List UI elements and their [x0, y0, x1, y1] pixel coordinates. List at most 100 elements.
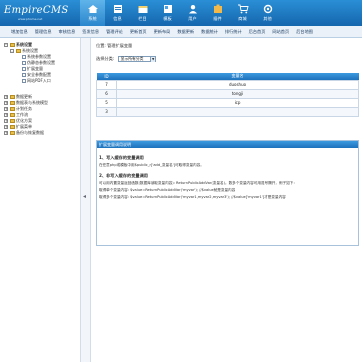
top-nav-item-5[interactable]: 插件: [205, 0, 230, 26]
top-nav-item-1[interactable]: 信息: [105, 0, 130, 26]
info-icon: [112, 4, 124, 16]
top-nav-label: 栏目: [138, 16, 147, 21]
column-header-name: 变量名: [116, 73, 359, 80]
quick-nav-link-4[interactable]: 管理评论: [106, 29, 123, 35]
chevron-down-icon[interactable]: ▼: [150, 57, 156, 62]
page-icon: [22, 54, 26, 60]
header-bar: EmpireCMS www.phome.net 系统 信息 栏目 模板 用户 插件 商城 其他: [0, 0, 362, 26]
top-nav-label: 信息: [113, 16, 122, 21]
table-row[interactable]: 5 icp: [96, 97, 359, 108]
cell-variable-name[interactable]: [116, 106, 359, 117]
help-panel: 扩展变量调用说明 1、写入缓存的变量调用 在任意php或模板中用$public_…: [96, 140, 359, 246]
expand-icon[interactable]: +: [4, 125, 8, 129]
expand-icon[interactable]: +: [4, 95, 8, 99]
folder-icon: [9, 107, 15, 111]
variable-table: ID 变量名 7 duoshuo 6 tongji 5 icp 3: [96, 73, 359, 117]
expand-icon[interactable]: +: [4, 113, 8, 117]
top-nav-item-3[interactable]: 模板: [155, 0, 180, 26]
quick-nav-link-0[interactable]: 增加信息: [11, 29, 28, 35]
top-nav-item-0[interactable]: 系统: [80, 0, 105, 26]
tree-item-label: 网站PDF入口: [27, 78, 51, 83]
expand-icon[interactable]: +: [4, 119, 8, 123]
help-section-2-line-2: 取得单个变量内容: $value=ReturnPublicAddVar('myv…: [99, 188, 236, 192]
tree-item-6[interactable]: 网站PDF入口: [22, 78, 51, 84]
expand-icon[interactable]: +: [4, 101, 8, 105]
sidebar-splitter[interactable]: ◂: [80, 38, 91, 362]
tree-item-label: 备份与恢复数据: [16, 130, 44, 135]
top-nav-label: 其他: [263, 16, 272, 21]
shop-icon: [237, 4, 249, 16]
cell-id: 7: [96, 79, 117, 90]
table-row[interactable]: 7 duoshuo: [96, 79, 359, 90]
quick-nav: 增加信息 管理信息 审核信息 签发信息 管理评论 更新首页 更新布局 数据更新 数据统计 排行统计…: [0, 26, 362, 38]
expand-icon[interactable]: +: [4, 131, 8, 135]
top-nav-label: 用户: [188, 16, 197, 21]
sidebar-tree: - 系统设置 - 系统设置 系统参数设置 伪静态参数设置 扩展变量 安全参数配置 网站PDF入口…: [0, 38, 80, 362]
page-icon: [22, 78, 26, 84]
folder-icon: [15, 49, 21, 53]
other-icon: [262, 4, 274, 16]
quick-nav-link-8[interactable]: 数据统计: [201, 29, 218, 35]
quick-nav-link-6[interactable]: 更新布局: [154, 29, 171, 35]
cell-id: 3: [96, 106, 117, 117]
folder-icon: [9, 131, 15, 135]
folder-icon: [9, 125, 15, 129]
top-nav-item-7[interactable]: 其他: [255, 0, 280, 26]
quick-nav-link-2[interactable]: 审核信息: [59, 29, 76, 35]
logo-subtitle: www.phome.net: [18, 17, 43, 21]
top-nav: 系统 信息 栏目 模板 用户 插件 商城 其他: [80, 0, 280, 26]
folder-icon: [9, 43, 15, 47]
top-nav-label: 系统: [88, 16, 97, 21]
breadcrumb: 位置: 管理扩展变量: [96, 43, 133, 48]
cell-variable-name[interactable]: duoshuo: [116, 79, 359, 90]
category-label: 选择分类:: [96, 56, 115, 61]
top-nav-item-2[interactable]: 栏目: [130, 0, 155, 26]
top-nav-item-6[interactable]: 商城: [230, 0, 255, 26]
top-nav-label: 模板: [163, 16, 172, 21]
category-select-value: 显示所有分类: [120, 56, 144, 61]
cell-id: 5: [96, 97, 117, 108]
template-icon: [162, 4, 174, 16]
plugin-icon: [212, 4, 224, 16]
main-content: 位置: 管理扩展变量 选择分类: 显示所有分类 ▼ ID 变量名 7 duoshu…: [91, 38, 362, 362]
help-section-2-title: 2、非写入缓存的变量调用: [99, 173, 148, 178]
quick-nav-link-5[interactable]: 更新首页: [130, 29, 147, 35]
collapse-icon[interactable]: -: [4, 43, 8, 47]
top-nav-label: 商城: [238, 16, 247, 21]
quick-nav-link-9[interactable]: 排行统计: [225, 29, 242, 35]
help-section-2-line-1: 可以用内置变量返回函数(数据库读取变量内容): ReturnPublicAddV…: [99, 181, 297, 185]
page-icon: [22, 66, 26, 72]
folder-icon: [9, 113, 15, 117]
home-icon: [87, 4, 99, 16]
expand-icon[interactable]: +: [4, 107, 8, 111]
cell-variable-name[interactable]: tongji: [116, 88, 359, 99]
help-panel-title: 扩展变量调用说明: [97, 141, 358, 148]
quick-nav-link-3[interactable]: 签发信息: [82, 29, 99, 35]
page-icon: [22, 72, 26, 78]
collapse-arrow-icon[interactable]: ◂: [83, 193, 86, 200]
cell-variable-name[interactable]: icp: [116, 97, 359, 108]
help-section-2-line-3: 取得多个变量内容: $value=ReturnPublicAddVar('myv…: [99, 195, 286, 199]
folder-icon: [9, 101, 15, 105]
help-section-1-line: 在任意php或模板中用$public_r['add_变量名']可取得变量内容。: [99, 163, 204, 167]
user-icon: [187, 4, 199, 16]
help-section-1-title: 1、写入缓存的变量调用: [99, 155, 144, 160]
category-select[interactable]: 显示所有分类 ▼: [118, 56, 157, 62]
column-header-id: ID: [96, 73, 117, 80]
quick-nav-link-12[interactable]: 后台地图: [296, 29, 313, 35]
quick-nav-link-11[interactable]: 网站首页: [272, 29, 289, 35]
quick-nav-link-1[interactable]: 管理信息: [35, 29, 52, 35]
quick-nav-link-10[interactable]: 后台首页: [249, 29, 266, 35]
folder-icon: [9, 95, 15, 99]
top-nav-label: 插件: [213, 16, 222, 21]
collapse-icon[interactable]: -: [10, 49, 14, 53]
top-nav-item-4[interactable]: 用户: [180, 0, 205, 26]
category-filter: 选择分类: 显示所有分类 ▼: [96, 56, 157, 62]
table-row[interactable]: 6 tongji: [96, 88, 359, 99]
quick-nav-link-7[interactable]: 数据更新: [177, 29, 194, 35]
folder-icon: [9, 119, 15, 123]
logo: EmpireCMS: [4, 5, 69, 16]
table-row[interactable]: 3: [96, 106, 359, 117]
tree-item-13[interactable]: + 备份与恢复数据: [4, 130, 44, 136]
cell-id: 6: [96, 88, 117, 99]
